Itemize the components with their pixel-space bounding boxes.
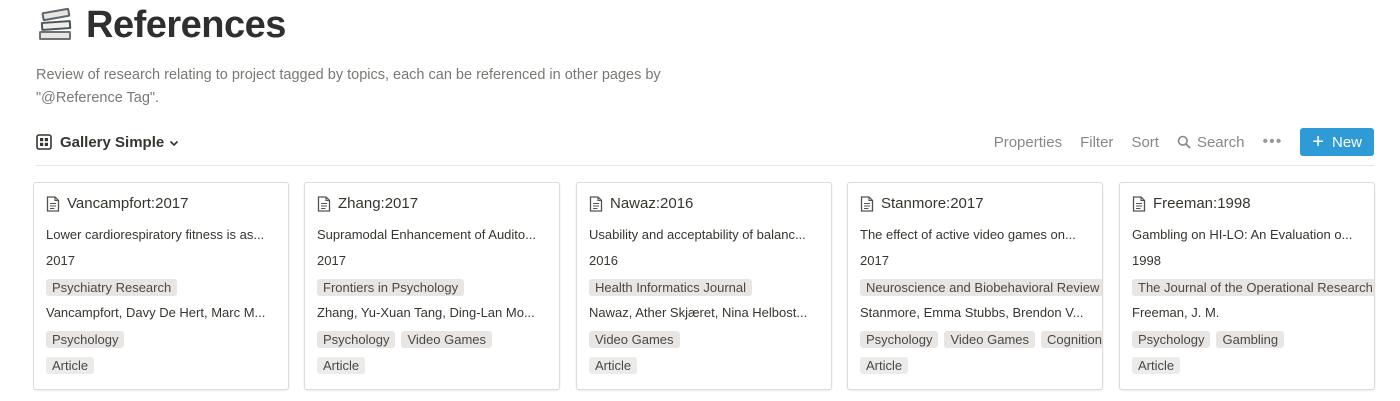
plus-icon: +	[1312, 131, 1324, 153]
topic-tag: Cognition	[1041, 331, 1102, 348]
paper-title: The effect of active video games on...	[860, 227, 1076, 242]
card-title: Nawaz:2016	[610, 195, 694, 212]
gallery-card[interactable]: Stanmore:2017 The effect of active video…	[847, 182, 1103, 390]
sort-button[interactable]: Sort	[1131, 134, 1159, 151]
card-title: Stanmore:2017	[881, 195, 984, 212]
card-header: Nawaz:2016	[589, 195, 693, 212]
filter-button[interactable]: Filter	[1080, 134, 1113, 151]
journal-row: Psychiatry Research	[46, 279, 288, 296]
topic-tag: Psychology	[1132, 331, 1211, 348]
card-title: Vancampfort:2017	[67, 195, 189, 212]
gallery-card[interactable]: Zhang:2017 Supramodal Enhancement of Aud…	[304, 182, 560, 390]
topic-tag: Psychology	[46, 331, 125, 348]
card-header: Freeman:1998	[1132, 195, 1251, 212]
search-button[interactable]: Search	[1177, 133, 1245, 151]
document-icon	[860, 195, 874, 212]
search-label: Search	[1196, 133, 1245, 151]
type-tag: Article	[860, 357, 909, 374]
gallery-card[interactable]: Freeman:1998 Gambling on HI-LO: An Evalu…	[1119, 182, 1375, 390]
card-title: Freeman:1998	[1153, 195, 1251, 212]
document-icon	[317, 195, 331, 212]
type-row: Article	[860, 357, 1102, 374]
journal-row: Neuroscience and Biobehavioral Review	[860, 279, 1102, 296]
journal-row: The Journal of the Operational Research	[1132, 279, 1374, 296]
gallery-card[interactable]: Nawaz:2016 Usability and acceptability o…	[576, 182, 832, 390]
view-label: Gallery Simple	[60, 133, 165, 151]
topics-row: Psychology	[46, 331, 288, 348]
paper-authors: Vancampfort, Davy De Hert, Marc M...	[46, 305, 266, 320]
topic-tag: Video Games	[944, 331, 1036, 348]
new-button[interactable]: + New	[1300, 128, 1374, 156]
topic-tag: Psychology	[860, 331, 939, 348]
journal-row: Frontiers in Psychology	[317, 279, 559, 296]
chevron-down-icon	[168, 136, 180, 148]
paper-year: 2016	[589, 253, 618, 268]
topic-tag: Video Games	[401, 331, 493, 348]
journal-tag: Neuroscience and Biobehavioral Review	[860, 279, 1102, 296]
paper-title: Usability and acceptability of balanc...	[589, 227, 806, 242]
type-row: Article	[46, 357, 288, 374]
gallery-card[interactable]: Vancampfort:2017 Lower cardiorespiratory…	[33, 182, 289, 390]
paper-year: 2017	[860, 253, 889, 268]
type-tag: Article	[589, 357, 638, 374]
card-header: Stanmore:2017	[860, 195, 984, 212]
type-row: Article	[589, 357, 831, 374]
type-tag: Article	[46, 357, 95, 374]
toolbar-divider	[36, 165, 1374, 166]
journal-tag: Psychiatry Research	[46, 279, 178, 296]
type-tag: Article	[1132, 357, 1181, 374]
paper-authors: Zhang, Yu-Xuan Tang, Ding-Lan Mo...	[317, 305, 535, 320]
page-header: References	[36, 0, 286, 50]
page-description[interactable]: Review of research relating to project t…	[36, 64, 736, 110]
topics-row: Video Games	[589, 331, 831, 348]
document-icon	[589, 195, 603, 212]
paper-authors: Stanmore, Emma Stubbs, Brendon V...	[860, 305, 1084, 320]
journal-row: Health Informatics Journal	[589, 279, 831, 296]
type-tag: Article	[317, 357, 366, 374]
topics-row: Psychology Gambling	[1132, 331, 1374, 348]
card-header: Zhang:2017	[317, 195, 418, 212]
paper-authors: Freeman, J. M.	[1132, 305, 1220, 320]
new-button-label: New	[1331, 133, 1362, 151]
paper-year: 1998	[1132, 253, 1161, 268]
topic-tag: Psychology	[317, 331, 396, 348]
topic-tag: Gambling	[1216, 331, 1285, 348]
paper-year: 2017	[317, 253, 346, 268]
type-row: Article	[1132, 357, 1374, 374]
database-toolbar: Gallery Simple Properties Filter Sort Se…	[36, 127, 1374, 157]
card-header: Vancampfort:2017	[46, 195, 188, 212]
topics-row: Psychology Video Games	[317, 331, 559, 348]
paper-title: Supramodal Enhancement of Audito...	[317, 227, 536, 242]
topic-tag: Video Games	[589, 331, 680, 348]
journal-tag: Frontiers in Psychology	[317, 279, 465, 296]
more-options-icon[interactable]: •••	[1262, 133, 1282, 151]
paper-title: Lower cardiorespiratory fitness is as...	[46, 227, 265, 242]
paper-title: Gambling on HI-LO: An Evaluation o...	[1132, 227, 1353, 242]
page-title[interactable]: References	[86, 4, 286, 47]
books-icon	[36, 5, 76, 45]
view-selector[interactable]: Gallery Simple	[36, 134, 180, 151]
gallery-icon	[36, 134, 52, 150]
paper-year: 2017	[46, 253, 75, 268]
journal-tag: Health Informatics Journal	[589, 279, 753, 296]
search-icon	[1177, 135, 1191, 149]
toolbar-actions: Properties Filter Sort Search ••• + New	[994, 128, 1374, 156]
journal-tag: The Journal of the Operational Research	[1132, 279, 1374, 296]
gallery-view: Vancampfort:2017 Lower cardiorespiratory…	[33, 182, 1400, 401]
card-title: Zhang:2017	[338, 195, 419, 212]
type-row: Article	[317, 357, 559, 374]
document-icon	[1132, 195, 1146, 212]
document-icon	[46, 195, 60, 212]
paper-authors: Nawaz, Ather Skjæret, Nina Helbost...	[589, 305, 808, 320]
topics-row: Psychology Video Games Cognition	[860, 331, 1102, 348]
properties-button[interactable]: Properties	[994, 134, 1062, 151]
